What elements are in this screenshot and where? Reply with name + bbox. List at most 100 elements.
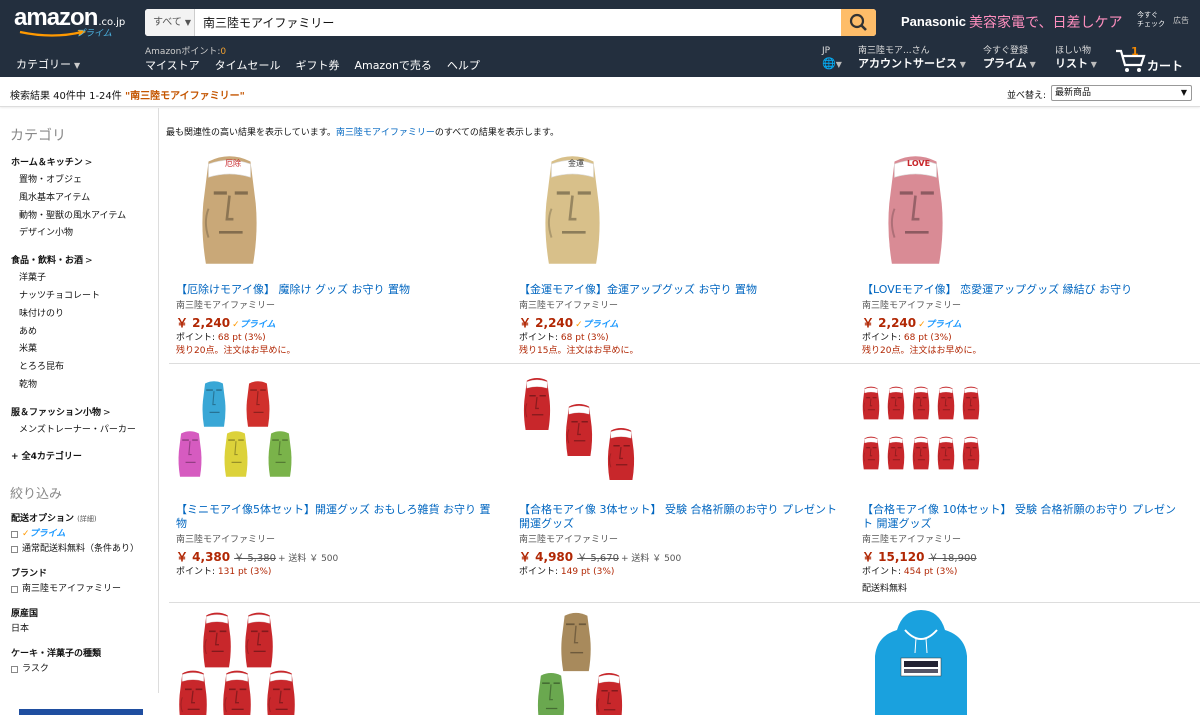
product-card[interactable]: 【合格モアイ像 10体セット】 受験 合格祈願のお守り プレゼント 開運グッズ … — [845, 373, 1180, 598]
search-input[interactable] — [195, 9, 841, 36]
sort-label: 並べ替え: — [1007, 91, 1047, 101]
sidebar-banner[interactable] — [19, 709, 143, 715]
product-card[interactable]: 【ミニモアイ像5体セット】開運グッズ おもしろ雑貨 お守り 置物 南三陸モアイフ… — [159, 373, 494, 598]
product-price: ￥ 2,240 ✓プライム — [519, 316, 619, 330]
prime-subtitle: 今すぐ登録 — [983, 46, 1029, 56]
more-categories-link[interactable]: + 全4カテゴリー — [11, 449, 158, 462]
amazon-points[interactable]: Amazonポイント:0 — [145, 44, 226, 57]
chevron-right-icon: > — [85, 256, 93, 267]
checkbox[interactable] — [11, 530, 18, 538]
nav-sell[interactable]: Amazonで売る — [354, 57, 431, 73]
product-image[interactable]: LOVE — [845, 148, 1180, 273]
category-item[interactable]: 味付けのり — [11, 306, 158, 324]
product-image[interactable] — [502, 373, 837, 493]
category-item[interactable]: 米菓 — [11, 341, 158, 359]
product-card[interactable] — [845, 608, 1180, 715]
amazon-logo[interactable]: amazon.co.jp プライム — [14, 6, 126, 42]
chevron-down-icon: ▼ — [1026, 60, 1036, 69]
product-image[interactable]: 金運 — [502, 148, 837, 273]
product-image[interactable] — [502, 608, 837, 715]
category-item[interactable]: 洋菓子 — [11, 270, 158, 288]
account-menu[interactable]: 南三陸モア...さん アカウントサービス ▼ — [858, 46, 966, 71]
product-card[interactable] — [502, 608, 837, 715]
product-image[interactable] — [845, 608, 1180, 715]
product-price: ￥ 2,240 ✓プライム — [862, 316, 962, 330]
results-grid: 最も関連性の高い結果を表示しています。南三陸モアイファミリーのすべての結果を表示… — [159, 108, 1200, 715]
wishlist-menu[interactable]: ほしい物 リスト ▼ — [1055, 46, 1097, 71]
category-home-kitchen[interactable]: ホーム＆キッチン > — [11, 154, 158, 172]
shipping-title: 配送オプション — [11, 513, 75, 524]
prime-menu[interactable]: 今すぐ登録 プライム ▼ — [983, 46, 1036, 71]
product-title[interactable]: 【合格モアイ像 10体セット】 受験 合格祈願のお守り プレゼント 開運グッズ — [862, 503, 1182, 531]
search-button[interactable] — [841, 9, 876, 36]
points-value: 0 — [220, 47, 227, 57]
wishlist-subtitle: ほしい物 — [1055, 46, 1092, 56]
origin-filter-title: 原産国 — [11, 608, 39, 619]
free-shipping-option[interactable]: 通常配送料無料（条件あり） — [11, 542, 158, 557]
product-card[interactable] — [159, 608, 494, 715]
product-title[interactable]: 【金運モアイ像】金運アップグッズ お守り 置物 — [519, 283, 839, 297]
cart-button[interactable]: 1 カート — [1114, 44, 1194, 74]
product-image[interactable] — [845, 373, 1180, 493]
promo-tagline: 美容家電で、日差しケア — [969, 15, 1123, 31]
product-card[interactable]: 金運 【金運モアイ像】金運アップグッズ お守り 置物 南三陸モアイファミリー ￥… — [502, 148, 837, 363]
product-card[interactable]: 【合格モアイ像 3体セット】 受験 合格祈願のお守り プレゼント 開運グッズ 南… — [502, 373, 837, 598]
product-brand: 南三陸モアイファミリー — [519, 301, 619, 311]
category-item[interactable]: とろろ昆布 — [11, 359, 158, 377]
product-image[interactable]: 厄除 — [159, 148, 494, 273]
prime-badge: ✓プライム — [22, 528, 66, 539]
prime-filter-option[interactable]: ✓プライム — [11, 527, 158, 542]
language-selector[interactable]: JP 🌐▼ — [822, 46, 842, 71]
product-brand: 南三陸モアイファミリー — [176, 301, 276, 311]
search-query-echo: "南三陸モアイファミリー" — [124, 91, 245, 102]
cake-option[interactable]: ラスク — [11, 662, 158, 677]
checkbox[interactable] — [11, 545, 18, 553]
nav-help[interactable]: ヘルプ — [447, 57, 480, 73]
checkbox[interactable] — [11, 585, 18, 593]
category-heading: カテゴリ — [10, 128, 66, 144]
category-item[interactable]: あめ — [11, 324, 158, 342]
prime-badge: ✓プライム — [575, 320, 619, 330]
nav-time-sale[interactable]: タイムセール — [215, 57, 281, 73]
account-label: アカウントサービス — [858, 57, 957, 70]
product-card[interactable]: 厄除 【厄除けモアイ像】 魔除け グッズ お守り 置物 南三陸モアイファミリー … — [159, 148, 494, 363]
category-item[interactable]: デザイン小物 — [11, 225, 158, 243]
prime-badge: ✓プライム — [918, 320, 962, 330]
origin-option[interactable]: 日本 — [11, 622, 158, 637]
check-icon: ✓ — [232, 320, 240, 330]
product-image[interactable] — [159, 373, 494, 493]
promo-check-now: 今すぐ チェック — [1137, 11, 1165, 28]
product-brand: 南三陸モアイファミリー — [862, 301, 962, 311]
account-greeting: 南三陸モア...さん — [858, 46, 930, 56]
promo-banner[interactable]: Panasonic 美容家電で、日差しケア 今すぐ チェック 広告 — [901, 9, 1197, 35]
product-card[interactable]: LOVE 【LOVEモアイ像】 恋愛運アップグッズ 縁結び お守り 南三陸モアイ… — [845, 148, 1180, 363]
category-food[interactable]: 食品・飲料・お酒 > — [11, 252, 158, 270]
sort-select[interactable]: 最新商品 ▼ — [1051, 85, 1192, 101]
check-icon: ✓ — [918, 320, 926, 330]
category-fashion[interactable]: 服＆ファッション小物 > — [11, 404, 158, 422]
category-item[interactable]: 動物・聖獣の風水アイテム — [11, 208, 158, 226]
product-title[interactable]: 【厄除けモアイ像】 魔除け グッズ お守り 置物 — [176, 283, 496, 297]
category-item[interactable]: 風水基本アイテム — [11, 190, 158, 208]
product-title[interactable]: 【合格モアイ像 3体セット】 受験 合格祈願のお守り プレゼント 開運グッズ — [519, 503, 839, 531]
category-item[interactable]: 置物・オブジェ — [11, 172, 158, 190]
nav-gift-card[interactable]: ギフト券 — [295, 57, 339, 73]
checkbox[interactable] — [11, 665, 18, 673]
refine-heading: 絞り込み — [10, 486, 63, 502]
shipping-fee: + 送料 ￥ 500 — [620, 554, 682, 564]
category-item[interactable]: ナッツチョコレート — [11, 288, 158, 306]
shipping-detail-link[interactable]: (詳細) — [77, 515, 96, 523]
origin-filter: 原産国 日本 — [11, 607, 158, 637]
list-price: ￥ 5,380 — [234, 553, 276, 564]
search-department-select[interactable]: すべて ▼ — [145, 9, 195, 36]
category-group-food: 食品・飲料・お酒 > 洋菓子 ナッツチョコレート 味付けのり あめ 米菓 とろろ昆… — [11, 252, 158, 395]
product-image[interactable] — [159, 608, 494, 715]
product-title[interactable]: 【LOVEモアイ像】 恋愛運アップグッズ 縁結び お守り — [862, 283, 1182, 297]
brand-option[interactable]: 南三陸モアイファミリー — [11, 582, 158, 597]
category-menu-button[interactable]: カテゴリー ▼ — [16, 56, 80, 72]
nav-my-store[interactable]: マイストア — [145, 57, 200, 73]
category-item[interactable]: メンズトレーナー・パーカー — [11, 422, 158, 440]
category-item[interactable]: 乾物 — [11, 377, 158, 395]
all-results-link[interactable]: 南三陸モアイファミリー — [336, 128, 435, 138]
product-title[interactable]: 【ミニモアイ像5体セット】開運グッズ おもしろ雑貨 お守り 置物 — [176, 503, 496, 531]
